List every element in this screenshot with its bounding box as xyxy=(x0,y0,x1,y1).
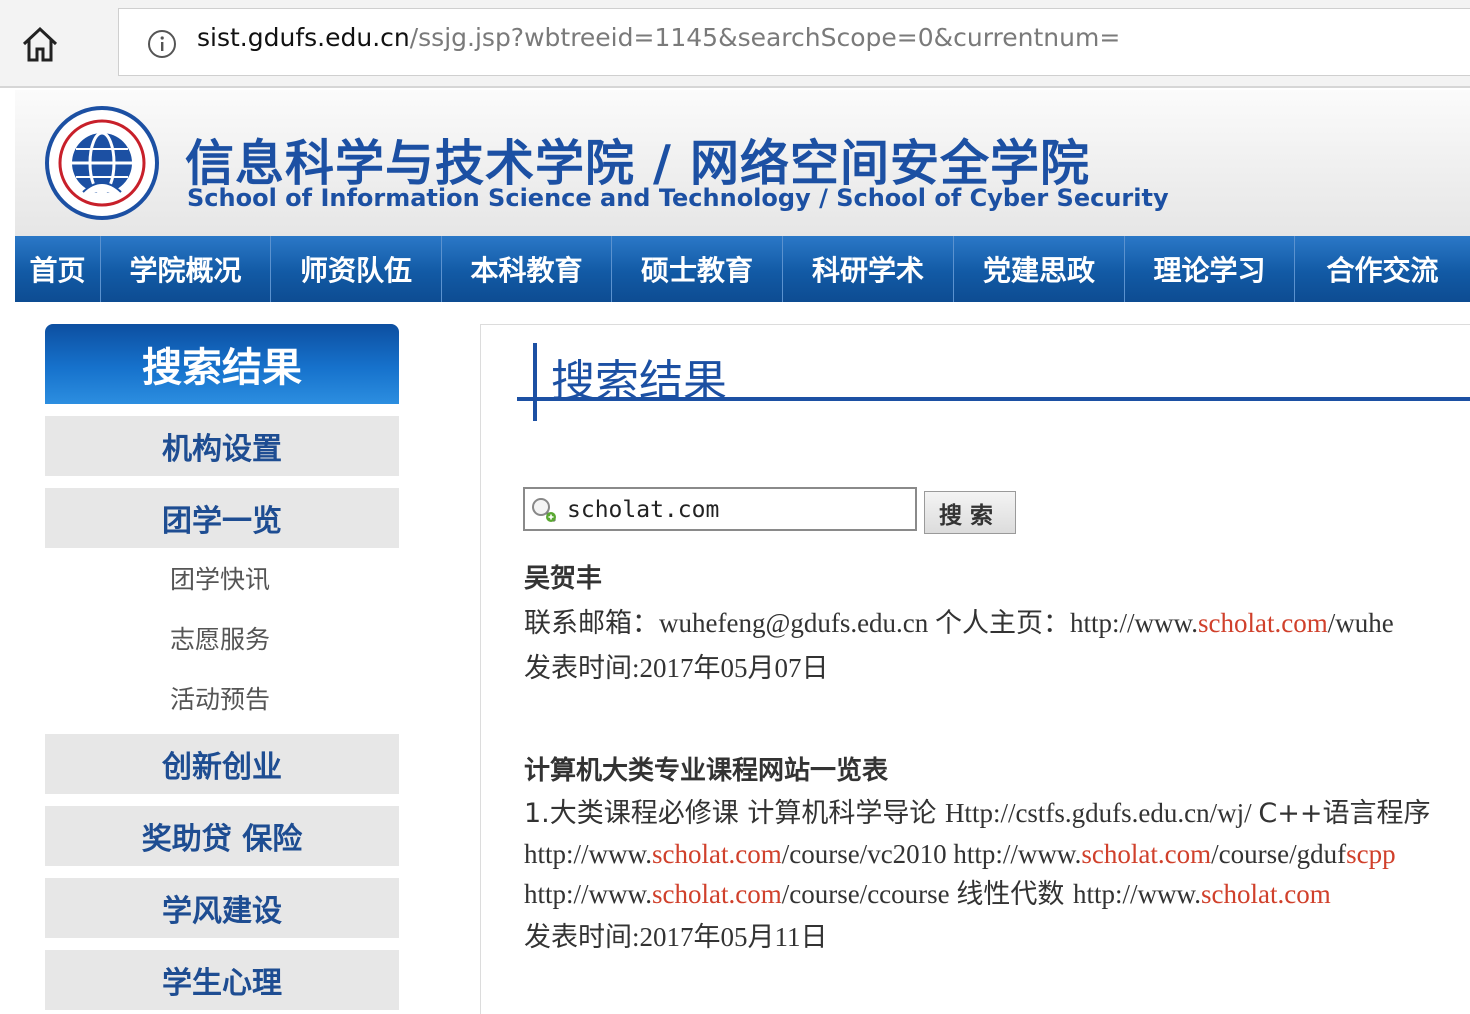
nav-item-research[interactable]: 科研学术 xyxy=(783,236,954,302)
search-box xyxy=(523,487,917,531)
url-text: sist.gdufs.edu.cn/ssjg.jsp?wbtreeid=1145… xyxy=(197,23,1121,52)
result-date: 发表时间:2017年05月11日 xyxy=(524,922,828,952)
sidebar-item-aid-insurance[interactable]: 奖助贷 保险 xyxy=(45,806,399,866)
url-field[interactable]: sist.gdufs.edu.cn/ssjg.jsp?wbtreeid=1145… xyxy=(118,8,1470,76)
info-icon[interactable] xyxy=(147,29,177,59)
search-result: 计算机大类专业课程网站一览表 1.大类课程必修课 计算机科学导论 Http://… xyxy=(524,749,1470,959)
result-snippet: http://www.scholat.com/course/ccourse 线性… xyxy=(524,879,1331,910)
search-icon xyxy=(529,495,559,525)
sidebar-item-league[interactable]: 团学一览 xyxy=(45,488,399,548)
sidebar-item-innovation[interactable]: 创新创业 xyxy=(45,734,399,794)
nav-item-home[interactable]: 首页 xyxy=(15,236,101,302)
home-icon[interactable] xyxy=(18,22,62,66)
browser-address-bar: sist.gdufs.edu.cn/ssjg.jsp?wbtreeid=1145… xyxy=(0,0,1470,88)
sidebar-item-organization[interactable]: 机构设置 xyxy=(45,416,399,476)
nav-item-cooperation[interactable]: 合作交流 xyxy=(1295,236,1470,302)
result-snippet: http://www.scholat.com/course/vc2010 htt… xyxy=(524,839,1396,869)
result-snippet: 联系邮箱：wuhefeng@gdufs.edu.cn 个人主页：http://w… xyxy=(524,608,1394,639)
title-divider xyxy=(517,397,1470,401)
search-button[interactable]: 搜索 xyxy=(924,491,1016,534)
site-title-en: School of Information Science and Techno… xyxy=(187,184,1169,212)
main-content: 搜索结果 搜索 吴贺丰 联系邮箱：wuhefeng@gdufs.edu.cn 个… xyxy=(480,324,1470,1014)
nav-item-about[interactable]: 学院概况 xyxy=(101,236,271,302)
sidebar-subitem-volunteer[interactable]: 志愿服务 xyxy=(45,608,399,668)
result-date: 发表时间:2017年05月07日 xyxy=(524,653,829,683)
sidebar-item-psychology[interactable]: 学生心理 xyxy=(45,950,399,1010)
sidebar: 搜索结果 机构设置 团学一览 团学快讯 志愿服务 活动预告 创新创业 奖助贷 保… xyxy=(45,324,399,1010)
university-logo-icon[interactable] xyxy=(43,104,161,222)
title-accent-bar xyxy=(533,343,537,421)
nav-item-party[interactable]: 党建思政 xyxy=(954,236,1125,302)
sidebar-heading: 搜索结果 xyxy=(45,324,399,404)
nav-item-faculty[interactable]: 师资队伍 xyxy=(271,236,442,302)
search-result: 吴贺丰 联系邮箱：wuhefeng@gdufs.edu.cn 个人主页：http… xyxy=(524,557,1470,690)
nav-item-master[interactable]: 硕士教育 xyxy=(612,236,783,302)
result-title[interactable]: 计算机大类专业课程网站一览表 xyxy=(524,749,1470,793)
site-header: 信息科学与技术学院 / 网络空间安全学院 School of Informati… xyxy=(15,90,1470,236)
result-snippet: 1.大类课程必修课 计算机科学导论 Http://cstfs.gdufs.edu… xyxy=(524,798,1431,829)
sidebar-subitem-news[interactable]: 团学快讯 xyxy=(45,548,399,608)
sidebar-subitem-events[interactable]: 活动预告 xyxy=(45,668,399,728)
sidebar-item-study-style[interactable]: 学风建设 xyxy=(45,878,399,938)
site-page: 信息科学与技术学院 / 网络空间安全学院 School of Informati… xyxy=(15,90,1470,1014)
nav-item-theory[interactable]: 理论学习 xyxy=(1125,236,1295,302)
main-nav: 首页 学院概况 师资队伍 本科教育 硕士教育 科研学术 党建思政 理论学习 合作… xyxy=(15,236,1470,302)
nav-item-undergrad[interactable]: 本科教育 xyxy=(442,236,612,302)
search-input[interactable] xyxy=(567,495,907,525)
result-title[interactable]: 吴贺丰 xyxy=(524,557,1470,601)
